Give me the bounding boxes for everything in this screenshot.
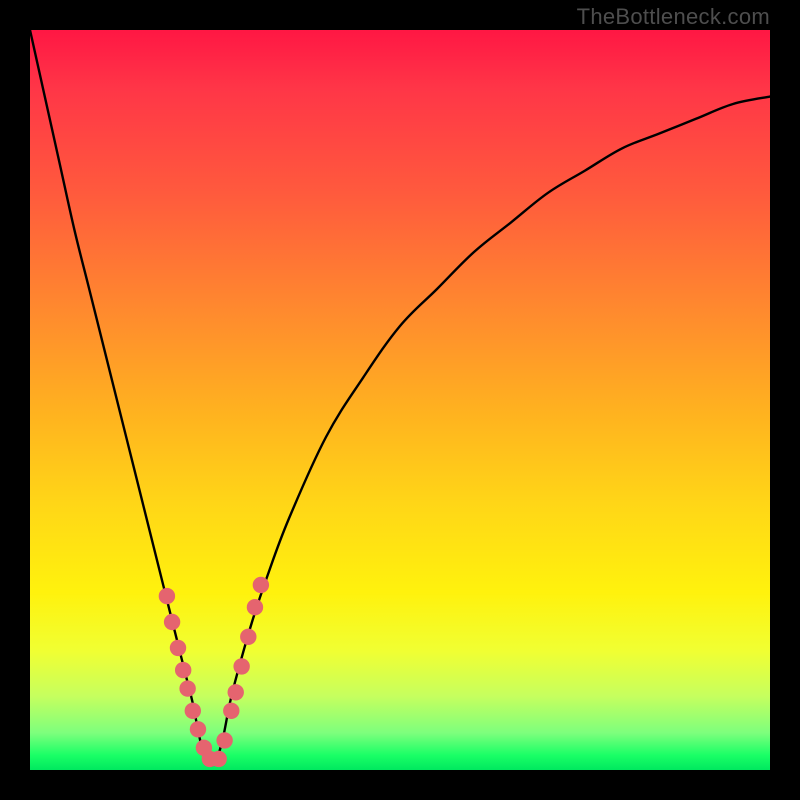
- marker-dot: [185, 703, 201, 719]
- curve-layer: [30, 30, 770, 770]
- marker-dot: [216, 732, 232, 748]
- marker-dot: [240, 629, 256, 645]
- marker-dot: [233, 658, 249, 674]
- marker-dot: [170, 640, 186, 656]
- chart-frame: TheBottleneck.com: [0, 0, 800, 800]
- marker-group: [159, 577, 269, 767]
- marker-dot: [228, 684, 244, 700]
- marker-dot: [211, 751, 227, 767]
- watermark-text: TheBottleneck.com: [577, 4, 770, 30]
- marker-dot: [253, 577, 269, 593]
- marker-dot: [164, 614, 180, 630]
- marker-dot: [179, 680, 195, 696]
- marker-dot: [190, 721, 206, 737]
- bottleneck-curve: [30, 30, 770, 766]
- marker-dot: [159, 588, 175, 604]
- plot-area: [30, 30, 770, 770]
- marker-dot: [247, 599, 263, 615]
- marker-dot: [175, 662, 191, 678]
- marker-dot: [223, 703, 239, 719]
